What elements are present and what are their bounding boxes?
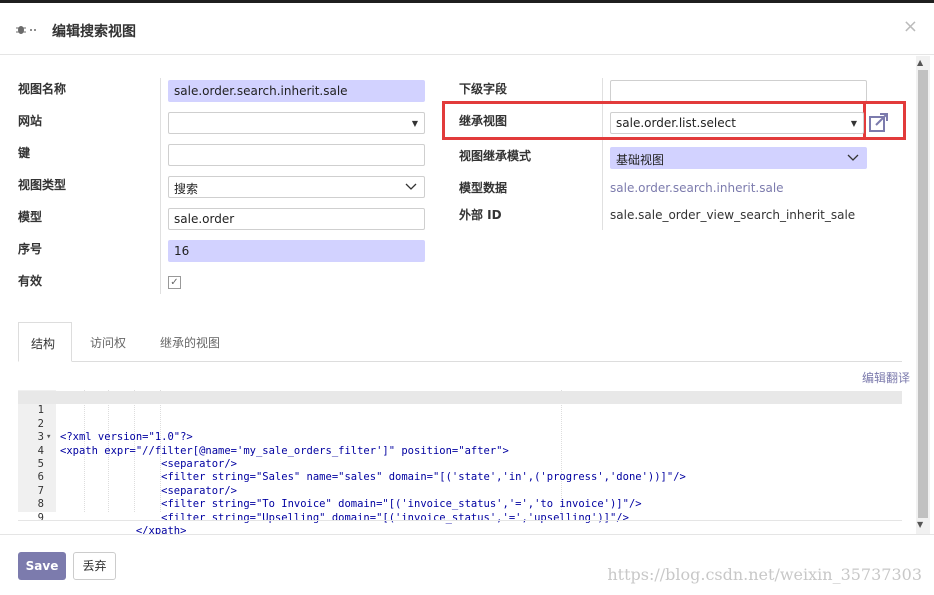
- website-label: 网站: [18, 114, 43, 128]
- line-number: 9: [37, 511, 44, 524]
- tab-inherited-views[interactable]: 继承的视图: [148, 322, 232, 362]
- sequence-input[interactable]: 16: [168, 240, 425, 262]
- code-text: <filter string="Upselling" domain="[('in…: [60, 511, 629, 524]
- website-select[interactable]: ▼: [168, 112, 425, 134]
- inherit-view-value: sale.order.list.select: [616, 116, 736, 130]
- view-name-input[interactable]: sale.order.search.inherit.sale: [168, 80, 425, 102]
- code-line: 5 <separator/>: [18, 445, 902, 497]
- view-type-select[interactable]: 搜索: [168, 176, 425, 198]
- edit-translation-link[interactable]: 编辑翻译: [862, 369, 910, 386]
- left-column-divider: [160, 78, 161, 294]
- save-button[interactable]: Save: [18, 552, 66, 580]
- bug-icon[interactable]: [16, 24, 38, 39]
- code-line: 7 <filter string="Upselling" domain="[('…: [18, 471, 902, 524]
- code-line: 6 <filter string="To Invoice" domain="[(…: [18, 458, 902, 510]
- external-link-icon[interactable]: [868, 112, 890, 134]
- chevron-down-icon: [847, 151, 859, 166]
- content-bottom-divider: [18, 520, 902, 521]
- caret-down-icon: ▼: [411, 119, 418, 128]
- notebook-tabs: 结构 访问权 继承的视图: [18, 322, 902, 362]
- modal-header: 编辑搜索视图 ×: [0, 3, 934, 55]
- child-field-label: 下级字段: [459, 82, 508, 96]
- inherit-mode-select[interactable]: 基础视图: [610, 147, 867, 169]
- active-checkbox[interactable]: ✓: [168, 276, 181, 289]
- key-input[interactable]: [168, 144, 425, 166]
- code-editor[interactable]: 1 <?xml version="1.0"?> 2 ▾ <xpath expr=…: [18, 390, 902, 537]
- modal-title: 编辑搜索视图: [52, 24, 136, 40]
- close-icon[interactable]: ×: [903, 16, 918, 37]
- code-line: 2 ▾ <xpath expr="//filter[@name='my_sale…: [18, 404, 902, 457]
- modal-footer: Save 丢弃 https://blog.csdn.net/weixin_357…: [0, 534, 934, 595]
- discard-button[interactable]: 丢弃: [73, 552, 116, 580]
- code-line: 3 <separator/>: [18, 418, 902, 470]
- model-label: 模型: [18, 210, 43, 224]
- caret-down-icon: ▼: [850, 119, 857, 128]
- model-data-label: 模型数据: [459, 181, 508, 195]
- inherit-mode-value: 基础视图: [616, 153, 665, 167]
- code-line: 4 <filter string="Sales" name="sales" do…: [18, 431, 902, 484]
- sequence-label: 序号: [18, 242, 43, 256]
- external-id-label: 外部 ID: [459, 208, 502, 222]
- code-line: 9: [18, 498, 902, 524]
- scroll-up-arrow-icon[interactable]: ▲: [917, 58, 923, 67]
- tab-structure[interactable]: 结构: [18, 322, 72, 362]
- external-id-value: sale.sale_order_view_search_inherit_sale: [610, 208, 856, 222]
- code-line: 8 </xpath>: [18, 485, 902, 537]
- watermark-text: https://blog.csdn.net/weixin_35737303: [607, 565, 922, 584]
- tab-access[interactable]: 访问权: [78, 322, 138, 362]
- tab-label: 结构: [31, 337, 56, 351]
- tab-label: 访问权: [90, 336, 127, 350]
- tab-label: 继承的视图: [160, 336, 221, 350]
- key-label: 键: [18, 146, 31, 160]
- scroll-down-arrow-icon[interactable]: ▼: [917, 520, 923, 529]
- model-data-link[interactable]: sale.order.search.inherit.sale: [610, 181, 784, 195]
- child-field-input[interactable]: [610, 80, 867, 102]
- scrollbar-thumb[interactable]: [918, 70, 928, 518]
- chevron-down-icon: [405, 180, 417, 195]
- active-label: 有效: [18, 274, 43, 288]
- view-name-label: 视图名称: [18, 82, 67, 96]
- view-type-value: 搜索: [174, 182, 199, 196]
- inherit-view-label: 继承视图: [459, 114, 508, 128]
- view-type-label: 视图类型: [18, 178, 67, 192]
- inherit-mode-label: 视图继承模式: [459, 149, 532, 163]
- inherit-view-select[interactable]: sale.order.list.select ▼: [610, 112, 864, 134]
- code-line: 1 <?xml version="1.0"?>: [18, 391, 902, 443]
- model-input[interactable]: sale.order: [168, 208, 425, 230]
